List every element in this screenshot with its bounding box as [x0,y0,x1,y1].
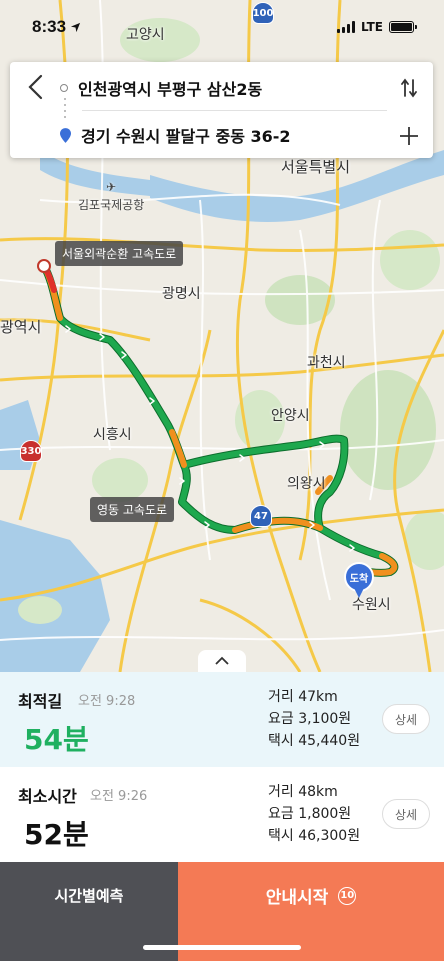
origin-text: 인천광역시 부평구 삼산2동 [78,80,263,99]
battery-icon [389,21,417,33]
map-label-incheon: 광역시 [0,318,42,336]
route-options-sheet: 최적길 오전 9:28 54분 거리 47km 요금 3,100원 택시 45,… [0,672,444,961]
network-type: LTE [360,20,383,34]
location-pin-icon [60,127,71,143]
pin-tip [354,588,364,598]
swap-arrows-icon [401,78,417,98]
map-label-siheung: 시흥시 [93,427,132,443]
airplane-icon: ✈ [106,180,117,194]
route-option-optimal[interactable]: 최적길 오전 9:28 54분 거리 47km 요금 3,100원 택시 45,… [0,672,444,767]
clock: 8:33 [32,17,67,36]
start-navigation-label: 안내시작 [265,888,329,908]
detail-button[interactable]: 상세 [382,799,430,829]
option-distance: 거리 48km [268,784,338,800]
map-label-seoul: 서울특별시 [281,158,351,176]
origin-field[interactable]: 인천광역시 부평구 삼산2동 [60,76,383,100]
field-divider [82,110,387,111]
option-duration: 52분 [24,818,89,851]
map-label-anyang: 안양시 [271,408,310,424]
route-option-fastest[interactable]: 최소시간 오전 9:26 52분 거리 48km 요금 1,800원 택시 46… [0,767,444,862]
road-callout-mid: 영동 고속도로 [90,497,175,522]
route-search-card: 인천광역시 부평구 삼산2동 경기 수원시 팔달구 중동 36-2 [10,62,433,158]
option-title: 최적길 [18,692,63,711]
map-label-uiwang: 의왕시 [287,476,326,492]
origin-dot-icon [60,84,68,92]
chevron-up-icon [215,656,229,665]
destination-text: 경기 수원시 팔달구 중동 36-2 [81,127,291,146]
swap-button[interactable] [397,76,421,100]
status-time: 8:33 [32,17,81,37]
sheet-expand-handle[interactable] [198,650,246,672]
destination-field[interactable]: 경기 수원시 팔달구 중동 36-2 [60,123,383,147]
road-callout-start: 서울외곽순환 고속도로 [55,241,184,266]
status-right: LTE [336,20,417,34]
highway-shield-47: 47 [250,505,272,527]
status-bar: 8:33 LTE [0,0,444,54]
signal-icon [336,21,355,33]
option-info: 거리 48km 요금 1,800원 택시 46,300원 [268,781,360,847]
option-duration: 54분 [24,723,89,756]
chevron-left-icon [28,74,43,100]
location-arrow-icon [70,22,81,32]
option-taxi: 택시 46,300원 [268,828,361,844]
option-fee: 요금 3,100원 [268,711,352,727]
home-indicator [143,945,301,950]
option-fee: 요금 1,800원 [268,806,352,822]
time-prediction-label: 시간별예측 [54,887,124,905]
route-connector [64,98,66,118]
countdown-badge: 10 [338,886,357,905]
map-label-airport: ✈ 김포국제공항 [78,180,145,212]
option-taxi: 택시 45,440원 [268,733,361,749]
map-label-gwangmyeong: 광명시 [162,286,201,302]
option-distance: 거리 47km [268,689,338,705]
highway-shield-330: 330 [20,440,42,462]
map-label-gwacheon: 과천시 [307,355,346,371]
detail-button[interactable]: 상세 [382,704,430,734]
option-info: 거리 47km 요금 3,100원 택시 45,440원 [268,686,360,752]
option-eta: 오전 9:28 [78,694,136,709]
destination-pin[interactable]: 도착 [344,562,374,600]
plus-icon [400,127,418,145]
option-eta: 오전 9:26 [90,789,148,804]
back-button[interactable] [20,72,50,102]
add-waypoint-button[interactable] [397,124,421,148]
option-title: 최소시간 [18,787,77,806]
